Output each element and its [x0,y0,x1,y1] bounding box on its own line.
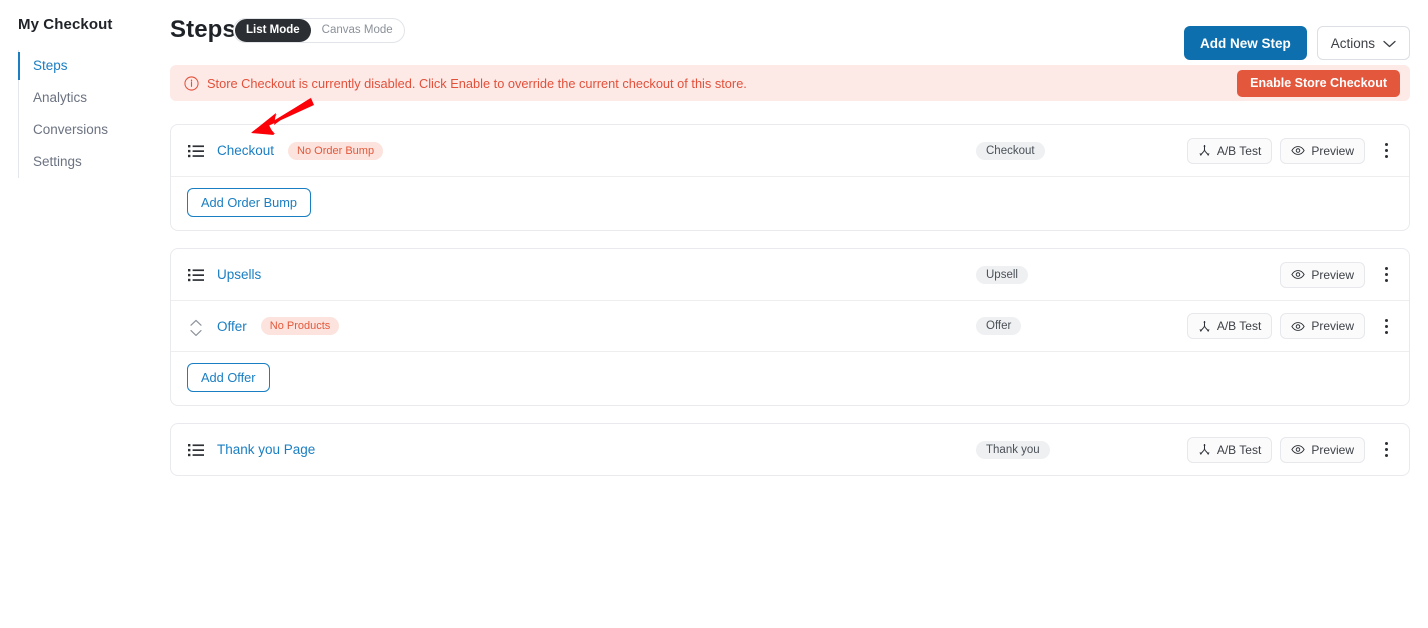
step-type-tag: Upsell [976,265,1028,284]
sidebar-item-label: Steps [33,58,68,73]
ab-test-label: A/B Test [1216,143,1262,158]
list-icon [187,266,205,284]
sort-handle-icon[interactable] [187,317,205,336]
ab-test-icon [1198,443,1211,456]
ab-test-label: A/B Test [1216,319,1262,333]
step-card-checkout: Checkout No Order Bump Checkout A/B Test Pre… [170,124,1410,231]
view-mode-toggle[interactable]: List Mode Canvas Mode [233,18,405,43]
step-row: Checkout No Order Bump Checkout A/B Test Pre… [171,125,1409,176]
ab-test-button[interactable]: A/B Test [1186,137,1273,164]
step-card-upsells: Upsells Upsell Preview Offer No Products Offe… [170,248,1410,406]
step-row: Upsells Upsell Preview [171,249,1409,300]
alert-message: Store Checkout is currently disabled. Cl… [207,75,747,91]
preview-button[interactable]: Preview [1280,436,1365,463]
step-type-tag: Offer [976,317,1022,335]
preview-label: Preview [1311,267,1354,282]
ab-test-button[interactable]: A/B Test [1186,436,1273,463]
row-more-menu-button[interactable] [1375,262,1397,288]
eye-icon [1291,321,1305,332]
row-more-menu-button[interactable] [1375,138,1397,164]
ab-test-label: A/B Test [1216,442,1262,457]
step-row: Thank you Page Thank you A/B Test Preview [171,424,1409,475]
sidebar-item-steps[interactable]: Steps [18,50,158,82]
sidebar-item-label: Conversions [33,122,109,137]
card-footer: Add Order Bump [171,176,1409,230]
more-options-icon [1384,441,1388,459]
steps-list: Checkout No Order Bump Checkout A/B Test Pre… [170,124,1410,493]
enable-store-checkout-button[interactable]: Enable Store Checkout [1237,69,1400,97]
sidebar-item-conversions[interactable]: Conversions [19,114,158,146]
sidebar-nav: Steps Analytics Conversions Settings [18,50,158,178]
list-icon [187,441,205,459]
preview-label: Preview [1311,319,1354,333]
add-upsells-item-button[interactable]: Add Offer [187,363,270,392]
sidebar-item-label: Analytics [33,90,88,105]
list-icon [187,142,205,160]
sidebar: My Checkout Steps Analytics Conversions Set… [0,0,170,628]
more-options-icon [1384,266,1388,284]
row-more-menu-button[interactable] [1375,437,1397,463]
row-actions: A/B Test Preview [1186,137,1397,164]
sidebar-item-analytics[interactable]: Analytics [19,82,158,114]
step-card-thank-you-page: Thank you Page Thank you A/B Test Preview [170,423,1410,476]
row-more-menu-button[interactable] [1375,313,1397,339]
chevron-down-icon [1383,36,1396,51]
add-checkout-item-button[interactable]: Add Order Bump [187,188,312,217]
page-header: Steps List Mode Canvas Mode Add New Step… [170,12,1428,60]
actions-dropdown-button[interactable]: Actions [1316,26,1410,60]
ab-test-button[interactable]: A/B Test [1186,313,1273,339]
ab-test-icon [1198,144,1211,157]
step-title-link[interactable]: Checkout [217,143,274,158]
app-root: My Checkout Steps Analytics Conversions Set… [0,0,1428,628]
status-badge: No Order Bump [288,141,384,160]
preview-label: Preview [1311,143,1354,158]
step-title-link[interactable]: Thank you Page [217,442,315,457]
store-checkout-disabled-alert: Store Checkout is currently disabled. Cl… [170,65,1410,101]
eye-icon [1291,145,1305,156]
step-type-tag: Thank you [976,440,1050,459]
preview-label: Preview [1311,442,1354,457]
row-actions: Preview [1280,261,1397,288]
step-type-tag: Checkout [976,141,1045,160]
info-circle-icon [184,75,199,91]
main-content: Steps List Mode Canvas Mode Add New Step… [170,0,1428,628]
preview-button[interactable]: Preview [1280,313,1365,339]
status-badge: No Products [260,317,340,335]
mode-option-list[interactable]: List Mode [235,19,311,42]
sidebar-item-settings[interactable]: Settings [19,146,158,178]
brand-title: My Checkout [18,16,113,33]
card-footer: Add Offer [171,351,1409,405]
mode-option-canvas[interactable]: Canvas Mode [311,19,404,42]
header-actions: Add New Step Actions [1183,26,1410,60]
sidebar-item-label: Settings [33,154,82,169]
actions-label: Actions [1330,35,1375,51]
preview-button[interactable]: Preview [1280,137,1365,164]
row-actions: A/B Test Preview [1186,436,1397,463]
eye-icon [1291,269,1305,280]
more-options-icon [1384,317,1388,335]
step-title-link[interactable]: Offer [217,319,247,334]
eye-icon [1291,444,1305,455]
row-actions: A/B Test Preview [1186,313,1397,339]
add-new-step-button[interactable]: Add New Step [1183,26,1307,60]
page-title: Steps [170,16,236,43]
step-row: Offer No Products Offer A/B Test Preview [171,300,1409,351]
step-title-link[interactable]: Upsells [217,267,261,282]
ab-test-icon [1198,320,1211,333]
more-options-icon [1384,142,1388,160]
preview-button[interactable]: Preview [1280,261,1365,288]
